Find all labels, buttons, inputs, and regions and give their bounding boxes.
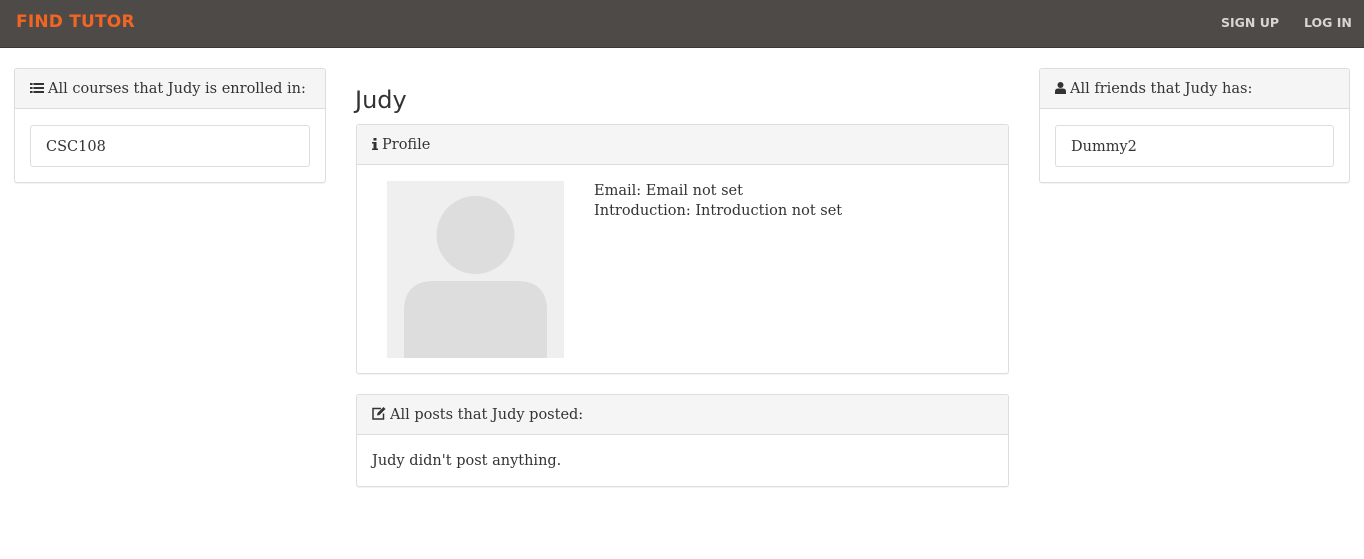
sign-up-link[interactable]: SIGN UP [1221, 15, 1279, 30]
courses-panel-title: All courses that Judy is enrolled in: [48, 81, 306, 97]
avatar-placeholder-icon [387, 181, 564, 358]
posts-panel-heading: All posts that Judy posted: [357, 395, 1008, 435]
profile-panel-title: Profile [382, 137, 431, 153]
friends-panel-heading: All friends that Judy has: [1040, 69, 1349, 109]
profile-email: Email: Email not set [594, 183, 743, 199]
posts-panel: All posts that Judy posted: Judy didn't … [356, 394, 1009, 487]
course-list-item[interactable]: CSC108 [30, 125, 310, 167]
posts-empty-message: Judy didn't post anything. [372, 453, 562, 469]
courses-panel: All courses that Judy is enrolled in: CS… [14, 68, 326, 183]
edit-icon [372, 406, 386, 426]
friends-panel-title: All friends that Judy has: [1070, 81, 1253, 97]
list-icon [30, 80, 44, 100]
profile-panel: Profile Email: Email not set Introductio… [356, 124, 1009, 374]
info-icon [372, 136, 378, 156]
profile-introduction: Introduction: Introduction not set [594, 203, 843, 219]
page-title: Judy [355, 86, 407, 114]
profile-panel-heading: Profile [357, 125, 1008, 165]
courses-panel-heading: All courses that Judy is enrolled in: [15, 69, 325, 109]
log-in-link[interactable]: LOG IN [1304, 15, 1352, 30]
profile-details: Email: Email not set Introduction: Intro… [594, 181, 844, 221]
friend-list-item[interactable]: Dummy2 [1055, 125, 1334, 167]
brand-logo-link[interactable]: FIND TUTOR [16, 12, 135, 32]
friends-panel: All friends that Judy has: Dummy2 [1039, 68, 1350, 183]
posts-panel-title: All posts that Judy posted: [390, 407, 584, 423]
user-icon [1055, 80, 1066, 100]
top-navbar: FIND TUTOR SIGN UP LOG IN [0, 0, 1364, 48]
